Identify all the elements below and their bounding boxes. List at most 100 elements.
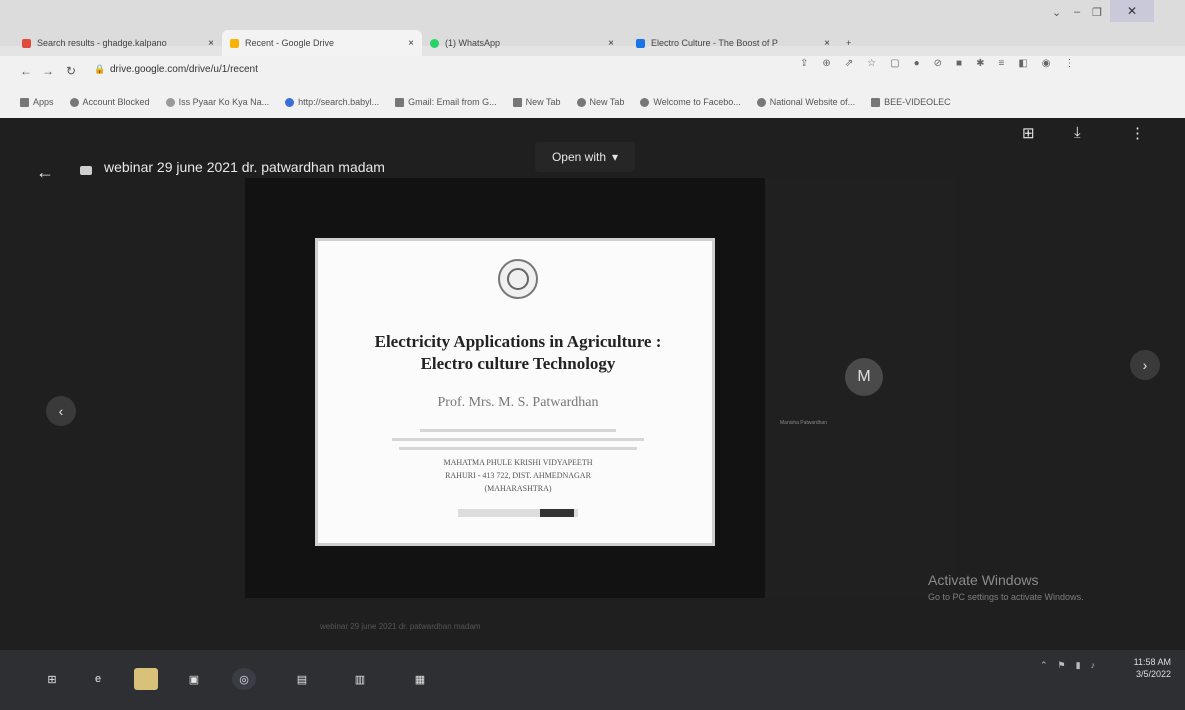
taskbar: ⊞ e ▣ ◎ ▤ ▥ ▦ ⌃ ⚑ ▮ ♪ 11:58 AM 3/5/2022	[0, 650, 1185, 710]
caret-down-icon: ▾	[612, 150, 619, 164]
page-icon	[636, 38, 645, 48]
bookmark-item[interactable]: Apps	[20, 97, 54, 107]
sidepanel-icon[interactable]: ◧	[1018, 58, 1027, 69]
university-logo	[498, 259, 538, 299]
bookmark-item[interactable]: Account Blocked	[69, 97, 150, 107]
slide-presenter: Prof. Mrs. M. S. Patwardhan	[437, 395, 599, 410]
slide-organization: MAHATMA PHULE KRISHI VIDYAPEETH RAHURI -…	[443, 458, 593, 493]
browser-chrome: Search results - ghadge.kalpano × Recent…	[0, 0, 1185, 118]
chevron-down-icon[interactable]: ⌄	[1052, 6, 1061, 19]
restore-icon[interactable]: ❐	[1092, 6, 1102, 19]
slide-title: Electricity Applications in Agriculture …	[374, 332, 662, 373]
facebook-icon	[640, 97, 650, 107]
bookmark-item[interactable]: Gmail: Email from G...	[395, 97, 497, 107]
participant-name: Manisha Patwardhan	[780, 420, 827, 426]
star-icon	[165, 97, 175, 107]
tab-google-drive[interactable]: Recent - Google Drive ×	[222, 30, 422, 56]
internet-explorer-icon[interactable]: e	[86, 668, 110, 690]
back-icon[interactable]: ←	[20, 64, 32, 78]
send-icon[interactable]: ⇗	[845, 58, 853, 69]
close-icon[interactable]: ×	[208, 38, 214, 49]
download-icon[interactable]: ⤓	[1074, 124, 1081, 141]
extension-icon[interactable]: ■	[956, 58, 962, 69]
excel-icon[interactable]: ▦	[408, 668, 432, 690]
volume-icon[interactable]: ♪	[1091, 660, 1096, 671]
add-to-drive-icon[interactable]: ⊞	[1022, 124, 1035, 142]
tab-whatsapp[interactable]: (1) WhatsApp ×	[422, 30, 622, 56]
windows-start-icon[interactable]: ⊞	[40, 668, 64, 690]
back-arrow-icon[interactable]: ←	[36, 162, 54, 183]
bookmark-item[interactable]: Iss Pyaar Ko Kya Na...	[165, 97, 269, 107]
participant-avatar: M	[845, 358, 883, 396]
new-tab-button[interactable]: +	[838, 30, 868, 56]
page-icon	[512, 97, 522, 107]
tab-electro-culture[interactable]: Electro Culture - The Boost of P ×	[628, 30, 838, 56]
lock-icon: 🔒	[94, 64, 106, 74]
profile-icon[interactable]: ◉	[1042, 58, 1051, 69]
share-icon[interactable]: ⇪	[800, 58, 808, 69]
video-file-icon	[80, 166, 92, 175]
chrome-icon[interactable]: ◎	[232, 668, 256, 690]
tab-label: Electro Culture - The Boost of P	[651, 38, 778, 48]
drive-icon	[230, 38, 239, 48]
star-icon[interactable]: ☆	[867, 58, 876, 69]
bookmark-item[interactable]: New Tab	[576, 97, 624, 107]
bookmark-item[interactable]: http://search.babyl...	[285, 97, 379, 107]
tab-label: Search results - ghadge.kalpano	[37, 38, 167, 48]
flag-icon[interactable]: ⚑	[1058, 660, 1066, 671]
more-options-icon[interactable]: ⋮	[1130, 124, 1145, 142]
puzzle-icon[interactable]: ✱	[976, 58, 984, 69]
slide-faint-text	[378, 423, 658, 456]
menu-icon[interactable]: ⋮	[1065, 58, 1075, 69]
chevron-right-icon: ›	[1142, 357, 1148, 373]
reload-icon[interactable]: ↻	[66, 64, 76, 78]
plus-icon: +	[846, 38, 852, 48]
open-with-button[interactable]: Open with ▾	[535, 142, 635, 172]
network-icon[interactable]: ▮	[1076, 660, 1081, 671]
minimize-icon[interactable]: –	[1074, 6, 1080, 18]
url-field[interactable]: drive.google.com/drive/u/1/recent	[110, 64, 258, 75]
tab-search-results[interactable]: Search results - ghadge.kalpano ×	[14, 30, 222, 56]
extension-icon[interactable]: ●	[914, 58, 920, 69]
reading-list-icon[interactable]: ≡	[998, 58, 1004, 69]
bookmark-item[interactable]: Welcome to Facebo...	[640, 97, 741, 107]
app-icon[interactable]: ▤	[290, 668, 314, 690]
globe-icon	[576, 97, 586, 107]
activate-windows-title: Activate Windows	[928, 572, 1039, 588]
close-icon[interactable]: ×	[608, 38, 614, 49]
close-icon[interactable]: ×	[824, 38, 830, 49]
chevron-left-icon: ‹	[58, 403, 64, 419]
globe-icon	[756, 97, 766, 107]
window-close-button[interactable]: ✕	[1110, 0, 1154, 22]
system-tray: ⌃ ⚑ ▮ ♪	[1040, 660, 1095, 671]
apps-icon	[20, 97, 29, 107]
tab-label: (1) WhatsApp	[445, 38, 501, 48]
previous-file-button[interactable]: ‹	[46, 396, 76, 426]
bookmark-item[interactable]: BEE-VIDEOLEC	[871, 97, 951, 107]
page-icon	[285, 97, 295, 107]
gmail-icon	[395, 97, 405, 107]
status-caption: webinar 29 june 2021 dr. patwardhan mada…	[320, 622, 481, 631]
whatsapp-icon	[430, 38, 439, 48]
globe-icon	[69, 97, 79, 107]
next-file-button[interactable]: ›	[1130, 350, 1160, 380]
bookmarks-bar: Apps Account Blocked Iss Pyaar Ko Kya Na…	[0, 86, 1185, 118]
clock[interactable]: 11:58 AM 3/5/2022	[1111, 656, 1171, 680]
forward-icon[interactable]: →	[42, 64, 54, 78]
presentation-slide: Electricity Applications in Agriculture …	[315, 238, 715, 546]
file-explorer-icon[interactable]	[134, 668, 158, 690]
bookmark-item[interactable]: New Tab	[512, 97, 561, 107]
close-icon[interactable]: ×	[408, 38, 414, 49]
bookmark-item[interactable]: National Website of...	[756, 97, 855, 107]
app-icon[interactable]: ▥	[348, 668, 372, 690]
extension-icon[interactable]: ⊘	[934, 58, 942, 69]
page-icon	[871, 97, 881, 107]
store-icon[interactable]: ▣	[182, 668, 206, 690]
extension-icon[interactable]: ▢	[890, 58, 899, 69]
tab-label: Recent - Google Drive	[245, 38, 335, 48]
extension-toolbar: ⇪ ⊕ ⇗ ☆ ▢ ● ⊘ ■ ✱ ≡ ◧ ◉ ⋮	[800, 58, 1075, 69]
presentation-toolbar-button	[540, 509, 574, 517]
zoom-icon[interactable]: ⊕	[822, 58, 830, 69]
gmail-icon	[22, 38, 31, 48]
chevron-up-icon[interactable]: ⌃	[1040, 660, 1048, 671]
